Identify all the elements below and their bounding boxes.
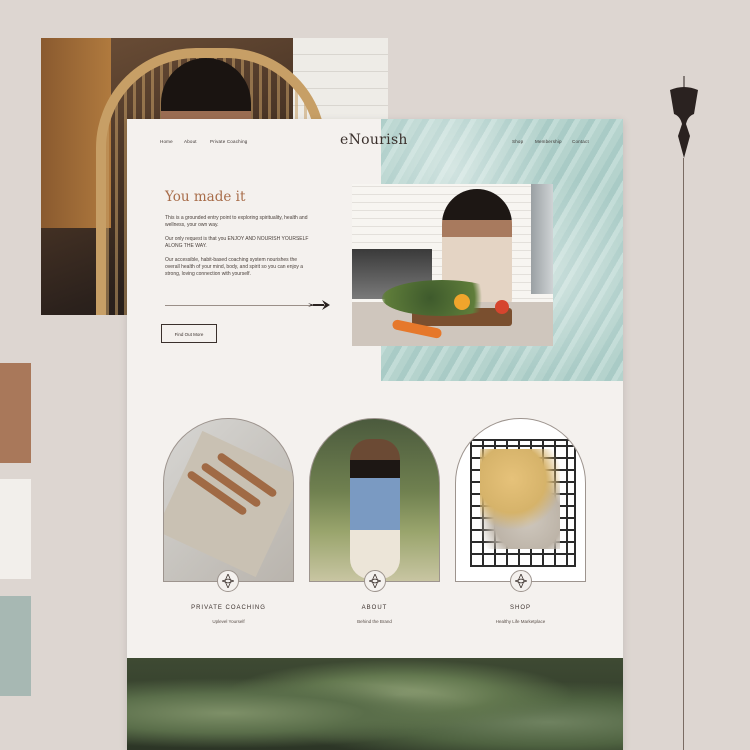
card-image-private-coaching[interactable]: [163, 418, 294, 582]
intro-paragraph-2: Our only request is that you ENJOY AND N…: [165, 236, 309, 249]
nav-membership[interactable]: Membership: [535, 139, 562, 144]
card-subtitle-about: Behind the Brand: [357, 619, 392, 624]
nav-home[interactable]: Home: [160, 139, 173, 144]
brand-logo[interactable]: eNourish: [340, 132, 408, 148]
woman-in-field: [350, 439, 400, 579]
diamond-icon: [510, 570, 532, 592]
arrow-icon: [308, 300, 330, 310]
vertical-line: [683, 158, 684, 750]
kitchen-fridge: [531, 184, 553, 294]
intro-paragraph-3: Our accessible, habit-based coaching sys…: [165, 257, 304, 277]
nav-about[interactable]: About: [184, 139, 197, 144]
nav-contact[interactable]: Contact: [572, 139, 589, 144]
nav-private-coaching[interactable]: Private Coaching: [210, 139, 247, 144]
card-title-about[interactable]: ABOUT: [309, 605, 440, 611]
diamond-icon: [364, 570, 386, 592]
find-out-more-button[interactable]: Find Out More: [161, 324, 217, 343]
card-subtitle-shop: Healthy Life Marketplace: [495, 619, 546, 624]
leaves-photo: [127, 658, 623, 750]
color-swatch-terracotta: [0, 363, 31, 463]
card-title-private-coaching[interactable]: PRIVATE COACHING: [163, 605, 294, 611]
ornament-icon: [670, 76, 698, 158]
kitchen-photo: [352, 184, 553, 346]
orange-fruit: [454, 294, 470, 310]
intro-paragraph-1: This is a grounded entry point to explor…: [165, 215, 308, 228]
bath-items: [480, 449, 560, 549]
website-mockup: Home About Private Coaching eNourish Sho…: [127, 119, 623, 750]
card-image-about[interactable]: [309, 418, 440, 582]
vegetables: [382, 280, 502, 316]
card-title-shop[interactable]: SHOP: [455, 605, 586, 611]
color-swatch-cream: [0, 479, 31, 579]
card-image-shop[interactable]: [455, 418, 586, 582]
tomato: [495, 300, 509, 314]
page-heading: You made it: [165, 189, 246, 205]
card-subtitle-private-coaching: Uplevel Yourself: [212, 619, 245, 624]
color-swatch-sage: [0, 596, 31, 696]
diamond-icon: [217, 570, 239, 592]
divider-line: [165, 305, 325, 306]
nav-shop[interactable]: Shop: [512, 139, 523, 144]
